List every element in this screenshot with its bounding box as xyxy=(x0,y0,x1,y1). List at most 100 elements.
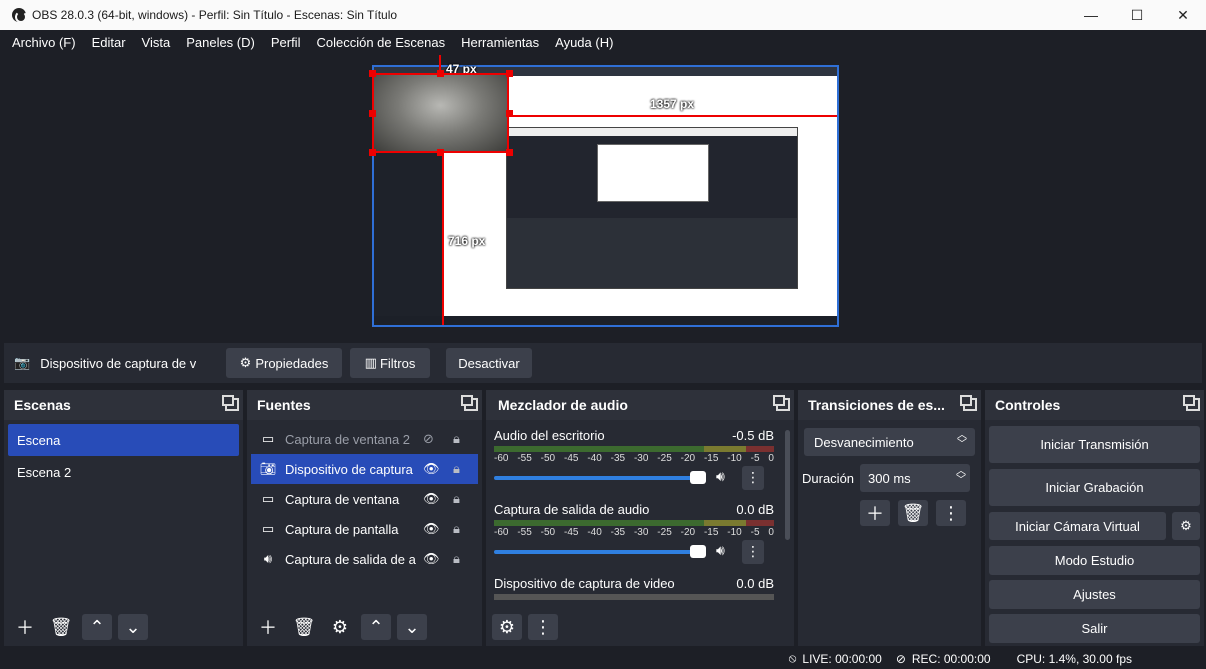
menu-perfil[interactable]: Perfil xyxy=(263,35,309,50)
lock-icon[interactable]: 🔒︎ xyxy=(453,431,460,447)
add-scene-button[interactable]: ＋ xyxy=(10,614,40,640)
eye-icon[interactable]: 👁 xyxy=(423,491,440,507)
remove-transition-button[interactable]: 🗑 xyxy=(898,500,928,526)
move-down-button[interactable]: ⌄ xyxy=(397,614,427,640)
slider-thumb[interactable] xyxy=(690,545,706,558)
duration-input[interactable]: 300 ms ︿ ﹀ xyxy=(860,464,971,492)
resize-handle[interactable] xyxy=(369,110,376,117)
slider-thumb[interactable] xyxy=(690,471,706,484)
eye-icon[interactable]: 👁 xyxy=(423,551,440,567)
resize-handle[interactable] xyxy=(437,149,444,156)
controls-dock: Controles Iniciar Transmisión Iniciar Gr… xyxy=(985,390,1204,646)
volume-meter xyxy=(494,594,774,600)
menu-paneles[interactable]: Paneles (D) xyxy=(178,35,263,50)
window-icon: ▭ xyxy=(261,491,275,506)
guide-line-horizontal xyxy=(508,115,837,117)
menu-coleccion-escenas[interactable]: Colección de Escenas xyxy=(308,35,453,50)
move-up-button[interactable]: ⌃ xyxy=(361,614,391,640)
channel-level: 0.0 dB xyxy=(736,502,774,517)
eye-icon[interactable]: 👁 xyxy=(423,461,440,477)
resize-handle[interactable] xyxy=(369,70,376,77)
sources-header: Fuentes xyxy=(247,390,482,420)
source-item[interactable]: 📷︎ Dispositivo de captura 👁 🔒︎ xyxy=(251,454,478,484)
camera-icon: 📷 xyxy=(14,355,31,370)
filter-icon: ▥ xyxy=(364,355,377,370)
menu-vista[interactable]: Vista xyxy=(134,35,179,50)
undock-icon[interactable] xyxy=(1183,395,1200,411)
source-item[interactable]: 🔊︎ Captura de salida de a 👁 🔒︎ xyxy=(251,544,478,574)
speaker-icon[interactable]: 🔊︎ xyxy=(716,542,725,559)
mixer-menu-button[interactable]: ⋮ xyxy=(528,614,558,640)
undock-icon[interactable] xyxy=(222,395,239,411)
properties-button[interactable]: ⚙ Propiedades xyxy=(226,348,342,378)
source-properties-button[interactable]: ⚙ xyxy=(325,614,355,640)
channel-menu-button[interactable]: ⋮ xyxy=(742,466,764,490)
menu-archivo[interactable]: Archivo (F) xyxy=(0,35,84,50)
guide-line-vertical xyxy=(442,155,444,325)
lock-icon[interactable]: 🔒︎ xyxy=(453,521,460,537)
remove-scene-button[interactable]: 🗑 xyxy=(46,614,76,640)
mixer-channel: Audio del escritorio -0.5 dB -60 -55 -50 -4… xyxy=(486,428,794,490)
volume-slider[interactable]: 🔊︎ ⋮ xyxy=(494,466,774,490)
virtual-camera-settings-button[interactable]: ⚙ xyxy=(1172,512,1200,540)
lock-icon[interactable]: 🔒︎ xyxy=(453,491,460,507)
mixer-scrollbar[interactable] xyxy=(785,430,790,540)
source-item[interactable]: ▭ Captura de ventana 2 ⊘ 🔒︎ xyxy=(251,424,478,454)
eye-hidden-icon[interactable]: ⊘ xyxy=(423,431,434,447)
move-down-button[interactable]: ⌄ xyxy=(118,614,148,640)
resize-handle[interactable] xyxy=(506,70,513,77)
move-up-button[interactable]: ⌃ xyxy=(82,614,112,640)
transition-menu-button[interactable]: ⋮ xyxy=(936,500,966,526)
undock-icon[interactable] xyxy=(960,395,977,411)
settings-button[interactable]: Ajustes xyxy=(989,580,1200,609)
add-transition-button[interactable]: ＋ xyxy=(860,500,890,526)
start-recording-button[interactable]: Iniciar Grabación xyxy=(989,469,1200,506)
eye-icon[interactable]: 👁 xyxy=(423,521,440,537)
scene-item[interactable]: Escena xyxy=(8,424,239,456)
add-source-button[interactable]: ＋ xyxy=(253,614,283,640)
transition-select[interactable]: Desvanecimiento ︿ ﹀ xyxy=(804,428,975,456)
deactivate-button[interactable]: Desactivar xyxy=(446,348,532,378)
camera-icon: 📷︎ xyxy=(259,461,277,476)
spinner-icon[interactable]: ︿ ﹀ xyxy=(956,467,966,486)
start-streaming-button[interactable]: Iniciar Transmisión xyxy=(989,426,1200,463)
obs-logo-icon xyxy=(12,8,27,23)
menu-herramientas[interactable]: Herramientas xyxy=(453,35,547,50)
scenes-dock: Escenas Escena Escena 2 ＋ 🗑 ⌃ ⌄ xyxy=(4,390,243,646)
remove-source-button[interactable]: 🗑 xyxy=(289,614,319,640)
maximize-button[interactable]: ☐ xyxy=(1114,0,1160,30)
undock-icon[interactable] xyxy=(773,395,790,411)
transitions-header: Transiciones de es... xyxy=(798,390,981,420)
audio-mixer-dock: Mezclador de audio Audio del escritorio … xyxy=(486,390,794,646)
resize-handle[interactable] xyxy=(369,149,376,156)
undock-icon[interactable] xyxy=(461,395,478,411)
minimize-button[interactable]: — xyxy=(1068,0,1114,30)
controls-header: Controles xyxy=(985,390,1204,420)
menu-ayuda[interactable]: Ayuda (H) xyxy=(547,35,621,50)
close-button[interactable]: ✕ xyxy=(1160,0,1206,30)
lock-icon[interactable]: 🔒︎ xyxy=(453,461,460,477)
resize-handle[interactable] xyxy=(437,70,444,77)
selected-camera-source[interactable] xyxy=(372,73,509,153)
speaker-icon[interactable]: 🔊︎ xyxy=(716,468,725,485)
mixer-channel: Captura de salida de audio 0.0 dB -60 -55… xyxy=(486,502,794,564)
studio-mode-button[interactable]: Modo Estudio xyxy=(989,546,1200,575)
resize-handle[interactable] xyxy=(506,110,513,117)
source-item[interactable]: ▭ Captura de pantalla 👁 🔒︎ xyxy=(251,514,478,544)
menu-editar[interactable]: Editar xyxy=(84,35,134,50)
source-toolbar: 📷 Dispositivo de captura de v ⚙ Propieda… xyxy=(4,343,1202,383)
scene-item[interactable]: Escena 2 xyxy=(8,456,239,488)
channel-name: Dispositivo de captura de video xyxy=(494,576,675,591)
advanced-audio-button[interactable]: ⚙ xyxy=(492,614,522,640)
monitor-icon: ▭ xyxy=(261,521,275,536)
channel-menu-button[interactable]: ⋮ xyxy=(742,540,764,564)
filters-button[interactable]: ▥ Filtros xyxy=(350,348,430,378)
volume-slider[interactable]: 🔊︎ ⋮ xyxy=(494,540,774,564)
exit-button[interactable]: Salir xyxy=(989,614,1200,643)
cpu-status: CPU: 1.4%, 30.00 fps xyxy=(1016,651,1132,666)
start-virtual-camera-button[interactable]: Iniciar Cámara Virtual xyxy=(989,512,1166,540)
source-item[interactable]: ▭ Captura de ventana 👁 🔒︎ xyxy=(251,484,478,514)
rec-icon: ⊘ xyxy=(895,651,906,666)
lock-icon[interactable]: 🔒︎ xyxy=(453,551,460,567)
resize-handle[interactable] xyxy=(506,149,513,156)
